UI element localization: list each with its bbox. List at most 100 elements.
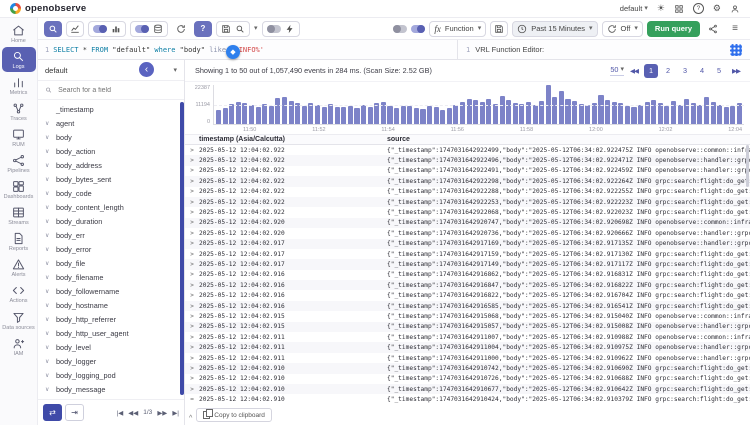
menu-button[interactable]: ≡ [726, 21, 744, 37]
table-row[interactable]: >2025-05-12 12:04:02.915{"_timestamp":17… [185, 322, 750, 332]
field-item-body_logging_pod[interactable]: ∨body_logging_pod [38, 368, 184, 382]
all-fields-toggle[interactable]: ⇥ [65, 404, 84, 421]
nav-item-pipelines[interactable]: Pipelines [2, 151, 36, 176]
nav-item-alerts[interactable]: Alerts [2, 255, 36, 280]
table-row[interactable]: >2025-05-12 12:04:02.915{"_timestamp":17… [185, 311, 750, 321]
table-row[interactable]: >2025-05-12 12:04:02.922{"_timestamp":17… [185, 176, 750, 186]
table-row[interactable]: >2025-05-12 12:04:02.920{"_timestamp":17… [185, 228, 750, 238]
search-mode-button[interactable] [44, 21, 62, 37]
expand-row-icon[interactable]: > [185, 261, 199, 268]
expand-row-icon[interactable]: > [185, 386, 199, 393]
table-row[interactable]: >2025-05-12 12:04:02.920{"_timestamp":17… [185, 218, 750, 228]
field-item-body_file[interactable]: ∨body_file [38, 256, 184, 270]
source-column-header[interactable]: source [387, 136, 750, 143]
field-item-body_action[interactable]: ∨body_action [38, 144, 184, 158]
table-row[interactable]: >2025-05-12 12:04:02.916{"_timestamp":17… [185, 290, 750, 300]
sql-mode-toggle-group[interactable] [130, 21, 168, 37]
expand-row-icon[interactable]: > [185, 313, 199, 320]
nav-item-rum[interactable]: RUM [2, 125, 36, 150]
table-row[interactable]: >2025-05-12 12:04:02.911{"_timestamp":17… [185, 353, 750, 363]
page-button-4[interactable]: 4 [695, 64, 709, 78]
apps-grid-icon[interactable] [674, 4, 684, 14]
field-item-body_message[interactable]: ∨body_message [38, 382, 184, 396]
expand-row-icon[interactable]: > [185, 375, 199, 382]
expand-row-icon[interactable]: > [185, 209, 199, 216]
expand-row-icon[interactable]: > [185, 271, 199, 278]
nav-item-actions[interactable]: Actions [2, 281, 36, 306]
table-row[interactable]: >2025-05-12 12:04:02.910{"_timestamp":17… [185, 384, 750, 394]
expand-row-icon[interactable]: > [185, 355, 199, 362]
field-item-body_followername[interactable]: ∨body_followername [38, 284, 184, 298]
table-row[interactable]: >2025-05-12 12:04:02.916{"_timestamp":17… [185, 270, 750, 280]
field-item-body_logger[interactable]: ∨body_logger [38, 354, 184, 368]
interesting-fields-toggle[interactable]: ⇄ [43, 404, 62, 421]
table-row[interactable]: >2025-05-12 12:04:02.922{"_timestamp":17… [185, 187, 750, 197]
field-item-body[interactable]: ∨body [38, 130, 184, 144]
copy-to-clipboard-button[interactable]: Copy to clipboard [196, 408, 272, 422]
table-row[interactable]: >2025-05-12 12:04:02.917{"_timestamp":17… [185, 249, 750, 259]
expand-row-icon[interactable]: > [185, 282, 199, 289]
sql-query-editor[interactable]: 1SELECT * FROM "default" where "body" li… [38, 40, 458, 59]
page-button-3[interactable]: 3 [678, 64, 692, 78]
saved-views-group[interactable] [216, 21, 250, 37]
field-search-input[interactable] [56, 86, 177, 95]
field-pager-control[interactable]: |◀ [117, 409, 124, 417]
expand-row-icon[interactable]: > [185, 251, 199, 258]
table-row[interactable]: >2025-05-12 12:04:02.911{"_timestamp":17… [185, 342, 750, 352]
nav-item-dashboards[interactable]: Dashboards [2, 177, 36, 202]
expand-row-icon[interactable]: > [185, 334, 199, 341]
field-item-body_level[interactable]: ∨body_level [38, 340, 184, 354]
histogram-toggle-group[interactable] [88, 21, 126, 37]
field-pager-control[interactable]: ◀◀ [128, 409, 138, 417]
field-item-body_content_length[interactable]: ∨body_content_length [38, 200, 184, 214]
field-item-_timestamp[interactable]: _timestamp [38, 102, 184, 116]
org-selector[interactable]: default ▾ [620, 4, 648, 13]
field-item-body_http_referrer[interactable]: ∨body_http_referrer [38, 312, 184, 326]
nav-item-logs[interactable]: Logs [2, 47, 36, 72]
user-account-icon[interactable] [730, 4, 740, 14]
expand-row-icon[interactable]: > [185, 292, 199, 299]
field-item-body_duration[interactable]: ∨body_duration [38, 214, 184, 228]
table-row[interactable]: >2025-05-12 12:04:02.917{"_timestamp":17… [185, 239, 750, 249]
nav-item-iam[interactable]: IAM [2, 334, 36, 359]
table-row[interactable]: >2025-05-12 12:04:02.917{"_timestamp":17… [185, 259, 750, 269]
time-range-dropdown[interactable]: Past 15 Minutes ▾ [512, 21, 597, 37]
expand-row-icon[interactable]: > [185, 240, 199, 247]
expand-row-icon[interactable]: = [185, 396, 199, 403]
expand-row-icon[interactable]: > [185, 199, 199, 206]
table-row[interactable]: >2025-05-12 12:04:02.922{"_timestamp":17… [185, 207, 750, 217]
nav-item-home[interactable]: Home [2, 21, 36, 46]
nav-item-traces[interactable]: Traces [2, 99, 36, 124]
table-row[interactable]: >2025-05-12 12:04:02.910{"_timestamp":17… [185, 363, 750, 373]
expand-row-icon[interactable]: > [185, 157, 199, 164]
expand-row-icon[interactable]: > [185, 219, 199, 226]
next-pages-button[interactable]: ▶▶ [732, 67, 740, 75]
field-item-body_http_user_agent[interactable]: ∨body_http_user_agent [38, 326, 184, 340]
table-row[interactable]: =2025-05-12 12:04:02.910{"_timestamp":17… [185, 394, 750, 404]
timestamp-column-header[interactable]: timestamp (Asia/Calcutta) [185, 136, 387, 143]
expand-row-icon[interactable]: > [185, 365, 199, 372]
table-row[interactable]: >2025-05-12 12:04:02.922{"_timestamp":17… [185, 166, 750, 176]
nav-item-reports[interactable]: Reports [2, 229, 36, 254]
expand-row-icon[interactable]: > [185, 230, 199, 237]
nav-item-metrics[interactable]: Metrics [2, 73, 36, 98]
field-item-body_bytes_sent[interactable]: ∨body_bytes_sent [38, 172, 184, 186]
ai-assistant-button[interactable]: ◆ [226, 45, 240, 59]
table-row[interactable]: >2025-05-12 12:04:02.922{"_timestamp":17… [185, 155, 750, 165]
expand-row-icon[interactable]: > [185, 178, 199, 185]
share-button[interactable] [704, 21, 722, 37]
collapse-fields-button[interactable]: ‹ [139, 62, 154, 77]
page-button-5[interactable]: 5 [712, 64, 726, 78]
prev-pages-button[interactable]: ◀◀ [630, 67, 638, 75]
field-item-agent[interactable]: ∨agent [38, 116, 184, 130]
theme-sun-icon[interactable]: ☀ [657, 4, 665, 13]
table-row[interactable]: >2025-05-12 12:04:02.916{"_timestamp":17… [185, 280, 750, 290]
visualize-chart-button[interactable] [66, 21, 84, 37]
histogram-bars[interactable] [213, 85, 744, 125]
expand-row-icon[interactable]: > [185, 147, 199, 154]
save-function-button[interactable] [490, 21, 508, 37]
sql-mode-toggle[interactable] [135, 25, 149, 33]
field-pager-control[interactable]: ▶▶ [157, 409, 167, 417]
per-page-selector[interactable]: 50 ▾ [610, 65, 624, 76]
stream-selector[interactable]: default ▾ [38, 60, 184, 81]
